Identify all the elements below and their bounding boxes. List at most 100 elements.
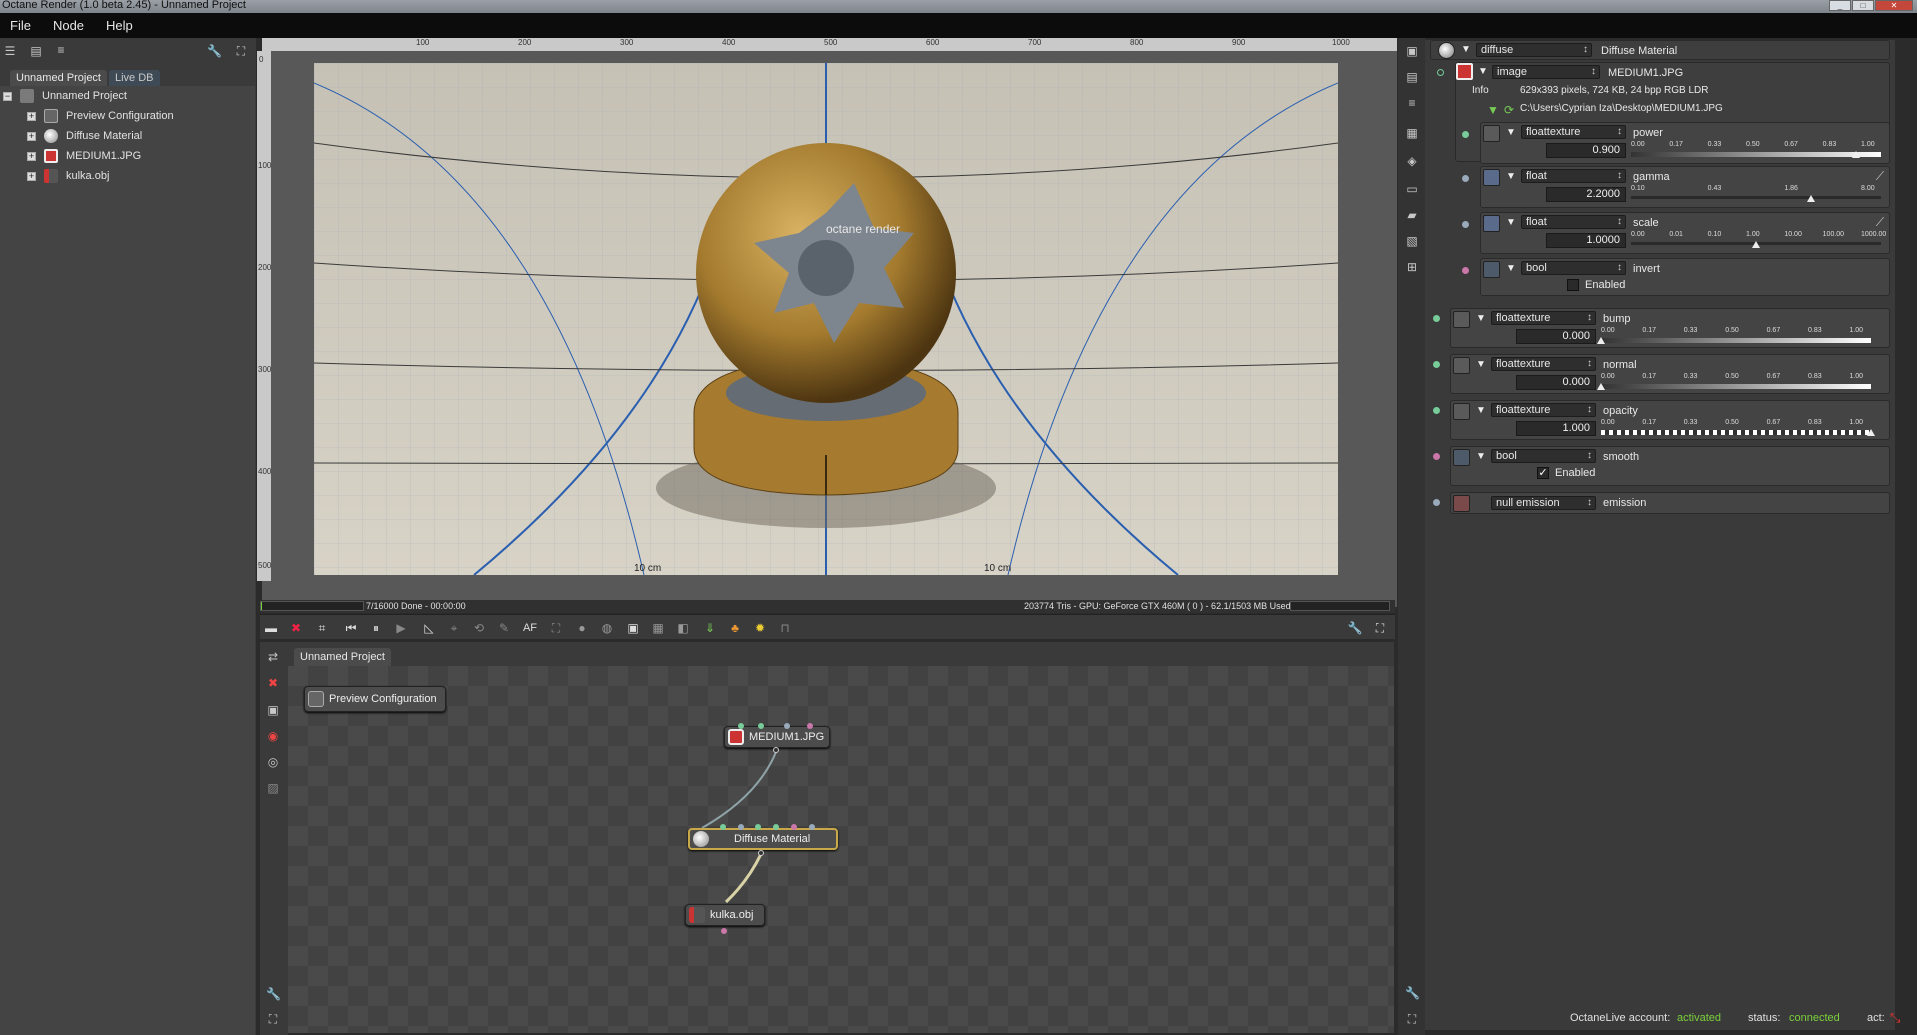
slider-thumb[interactable]: [1852, 151, 1860, 158]
node-graph-canvas[interactable]: Preview Configuration MEDIUM1.JPG Diffus…: [288, 666, 1394, 1033]
slider-thumb[interactable]: [1867, 429, 1875, 436]
emission-type-dropdown[interactable]: null emission: [1491, 496, 1596, 510]
outline-icon[interactable]: ≡: [1405, 96, 1419, 110]
lock-viewport-icon[interactable]: ⊓: [777, 620, 793, 636]
input-pin[interactable]: [720, 824, 726, 830]
fullscreen-icon[interactable]: ⛶: [266, 1012, 280, 1026]
tree-item-diffuse-material[interactable]: + Diffuse Material: [27, 127, 142, 145]
input-pin[interactable]: [807, 723, 813, 729]
material-type-dropdown[interactable]: diffuse: [1476, 43, 1592, 57]
layers-icon[interactable]: ▤: [1405, 70, 1419, 84]
mesh-node-icon[interactable]: ◉: [266, 729, 280, 743]
power-value[interactable]: 0.900: [1546, 143, 1626, 158]
image-type-dropdown[interactable]: image: [1492, 65, 1600, 79]
normal-type-dropdown[interactable]: floattexture: [1491, 357, 1596, 371]
texture-node-icon[interactable]: ✖: [266, 676, 280, 690]
white-balance-icon[interactable]: ✎: [496, 620, 512, 636]
input-pin[interactable]: [773, 824, 779, 830]
invert-type-dropdown[interactable]: bool: [1521, 261, 1626, 275]
output-pin[interactable]: [721, 928, 727, 934]
wrench-icon[interactable]: 🔧: [1405, 986, 1420, 1000]
collapse-icon[interactable]: ▼: [1506, 171, 1516, 182]
fullscreen-icon[interactable]: ⛶: [234, 44, 248, 58]
environment-icon[interactable]: ◈: [1405, 154, 1419, 168]
bump-value[interactable]: 0.000: [1516, 329, 1596, 344]
pause-icon[interactable]: ⏸: [368, 620, 384, 636]
autofocus-button[interactable]: AF: [522, 620, 538, 636]
menu-help[interactable]: Help: [106, 18, 133, 33]
graph-tool-icon[interactable]: ⇄: [266, 650, 280, 664]
power-type-dropdown[interactable]: floattexture: [1521, 125, 1626, 139]
maximize-button[interactable]: □: [1852, 0, 1874, 11]
wrench-icon[interactable]: 🔧: [266, 987, 281, 1001]
pin-dot[interactable]: [1462, 221, 1469, 228]
pin-dot[interactable]: [1437, 69, 1444, 76]
gamma-type-dropdown[interactable]: float: [1521, 169, 1626, 183]
outline-icon[interactable]: ≡: [54, 43, 68, 57]
scale-value[interactable]: 1.0000: [1546, 233, 1626, 248]
tree-item-medium1-jpg[interactable]: + MEDIUM1.JPG: [27, 147, 141, 165]
node-medium1-jpg[interactable]: MEDIUM1.JPG: [724, 726, 830, 748]
image-icon[interactable]: ▦: [1405, 126, 1419, 140]
minimize-button[interactable]: _: [1829, 0, 1851, 11]
restart-icon[interactable]: ⏮: [343, 620, 359, 636]
collapse-icon[interactable]: ▼: [1478, 66, 1488, 77]
wrench-icon[interactable]: 🔧: [1347, 620, 1363, 636]
fullscreen-icon[interactable]: ⛶: [1405, 1012, 1419, 1026]
undo-camera-icon[interactable]: ⟲: [471, 620, 487, 636]
opacity-type-dropdown[interactable]: floattexture: [1491, 403, 1596, 417]
checker-icon[interactable]: ▦: [650, 620, 666, 636]
slider-thumb[interactable]: [1807, 195, 1815, 202]
pin-dot[interactable]: [1433, 499, 1440, 506]
gamma-slider[interactable]: 0.10 0.43 1.86 8.00: [1631, 185, 1881, 203]
tab-graph-unnamed-project[interactable]: Unnamed Project: [294, 648, 391, 666]
input-pin[interactable]: [738, 723, 744, 729]
load-image-icon[interactable]: ▼: [1486, 103, 1500, 117]
export-icon[interactable]: ⊞: [1405, 260, 1419, 274]
pin-dot[interactable]: [1433, 315, 1440, 322]
kernel-icon[interactable]: ▰: [1405, 208, 1419, 222]
pin-dot[interactable]: [1462, 175, 1469, 182]
input-pin[interactable]: [809, 824, 815, 830]
activity-icon[interactable]: ⤡: [1890, 1010, 1900, 1026]
expand-icon[interactable]: +: [27, 151, 36, 161]
smooth-type-dropdown[interactable]: bool: [1491, 449, 1596, 463]
play-icon[interactable]: ▶: [393, 620, 409, 636]
render-settings-icon[interactable]: ♣: [727, 620, 743, 636]
pin-dot[interactable]: [1462, 131, 1469, 138]
opacity-value[interactable]: 1.000: [1516, 421, 1596, 436]
film-icon[interactable]: ▬: [263, 620, 279, 636]
image-node-icon[interactable]: ▨: [266, 781, 280, 795]
collapse-icon[interactable]: ▼: [1476, 359, 1486, 370]
region-icon[interactable]: ⌗: [314, 620, 330, 636]
input-pin[interactable]: [784, 723, 790, 729]
menu-node[interactable]: Node: [53, 18, 84, 33]
power-slider[interactable]: 0.00 0.17 0.33 0.50 0.67 0.83 1.00: [1631, 141, 1881, 159]
collapse-icon[interactable]: −: [3, 91, 12, 101]
invert-checkbox[interactable]: [1567, 279, 1579, 291]
gamma-value[interactable]: 2.2000: [1546, 187, 1626, 202]
collapse-icon[interactable]: ▼: [1506, 127, 1516, 138]
collapse-icon[interactable]: ▼: [1476, 313, 1486, 324]
tree-item-preview-configuration[interactable]: + Preview Configuration: [27, 107, 174, 125]
layers-icon[interactable]: ▤: [29, 44, 43, 58]
wrench-icon[interactable]: 🔧: [207, 44, 222, 58]
node-diffuse-material[interactable]: Diffuse Material: [688, 828, 838, 850]
expand-icon[interactable]: +: [27, 131, 36, 141]
expand-icon[interactable]: +: [27, 171, 36, 181]
pin-dot[interactable]: [1433, 361, 1440, 368]
input-pin[interactable]: [758, 723, 764, 729]
menu-file[interactable]: File: [10, 18, 31, 33]
collapse-icon[interactable]: ▼: [1476, 451, 1486, 462]
collapse-icon[interactable]: ▼: [1461, 44, 1471, 55]
scale-type-dropdown[interactable]: float: [1521, 215, 1626, 229]
expand-icon[interactable]: +: [27, 111, 36, 121]
output-pin[interactable]: [758, 850, 764, 856]
tree-root[interactable]: − Unnamed Project: [3, 87, 127, 105]
input-pin[interactable]: [755, 824, 761, 830]
pin-dot[interactable]: [1462, 267, 1469, 274]
node-preview-configuration[interactable]: Preview Configuration: [304, 686, 446, 712]
close-button[interactable]: ✕: [1875, 0, 1913, 11]
pin-dot[interactable]: [1433, 453, 1440, 460]
split-icon[interactable]: ◧: [675, 620, 691, 636]
